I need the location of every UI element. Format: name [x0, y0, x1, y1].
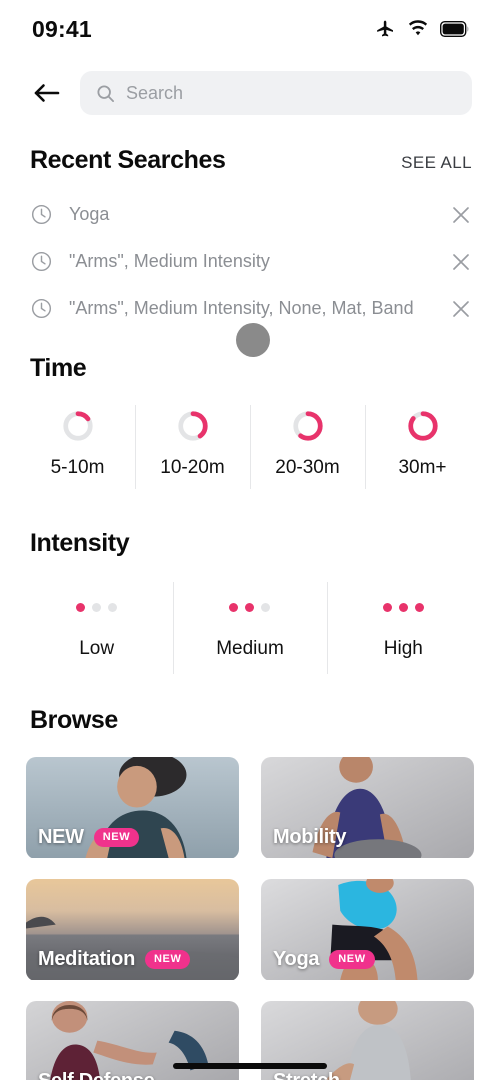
intensity-dot	[245, 602, 255, 612]
intensity-dot	[108, 602, 118, 612]
progress-ring-icon	[62, 411, 93, 441]
card-footer: Yoga NEW	[273, 948, 464, 971]
browse-card-grid: NEW NEW Mobility Meditation NEW Yoga NEW	[0, 757, 500, 1080]
intensity-option-high[interactable]: High	[326, 582, 480, 674]
close-icon[interactable]	[450, 298, 472, 320]
browse-section: Browse NEW NEW Mobility Meditation NEW Y…	[0, 706, 500, 1080]
cursor-indicator	[236, 323, 270, 357]
card-title: Yoga	[273, 948, 320, 970]
card-footer: Meditation NEW	[38, 948, 229, 971]
card-footer: Stretch	[273, 1070, 464, 1080]
home-indicator	[173, 1063, 327, 1069]
status-time: 09:41	[32, 15, 92, 42]
airplane-icon	[377, 20, 393, 37]
intensity-option-medium[interactable]: Medium	[173, 582, 326, 674]
search-header: Search	[0, 58, 500, 120]
search-placeholder: Search	[126, 82, 184, 103]
status-badge: NEW	[145, 950, 191, 969]
intensity-header: Intensity	[0, 529, 500, 558]
app-screen: 09:41 Search Recent Searches SEE ALL Yog…	[0, 0, 500, 1080]
intensity-option-label: Low	[79, 638, 115, 659]
intensity-option-label: Medium	[216, 638, 284, 659]
intensity-dot	[76, 602, 86, 612]
recent-searches-section: Recent Searches SEE ALL Yoga "Arms", Med…	[0, 146, 500, 332]
list-item-label: "Arms", Medium Intensity, None, Mat, Ban…	[69, 298, 414, 318]
intensity-dot	[414, 602, 424, 612]
card-footer: NEW NEW	[38, 826, 229, 849]
section-title-intensity: Intensity	[30, 529, 130, 557]
time-option-label: 10-20m	[160, 457, 225, 478]
list-item-label: "Arms", Medium Intensity	[69, 251, 270, 271]
card-title: Stretch	[273, 1070, 340, 1080]
status-badge: NEW	[93, 828, 140, 847]
time-option-label: 5-10m	[50, 457, 105, 478]
section-title-browse: Browse	[30, 706, 118, 734]
list-item[interactable]: Yoga	[0, 191, 500, 238]
browse-card-mobility[interactable]: Mobility	[261, 757, 474, 859]
card-footer: Self Defense	[38, 1070, 229, 1080]
time-option-label: 30m+	[398, 457, 447, 478]
intensity-option-low[interactable]: Low	[20, 590, 173, 660]
progress-ring-icon	[407, 411, 438, 441]
time-option-30m-plus[interactable]: 30m+	[365, 405, 480, 489]
recent-searches-header: Recent Searches SEE ALL	[0, 146, 500, 175]
intensity-options: Low Medium High	[0, 582, 500, 674]
intensity-dot	[382, 602, 392, 612]
intensity-dot	[92, 602, 102, 612]
list-item[interactable]: "Arms", Medium Intensity	[0, 238, 500, 285]
clock-icon	[31, 204, 52, 225]
time-option-10-20m[interactable]: 10-20m	[135, 405, 250, 489]
search-icon	[97, 84, 115, 102]
intensity-dots	[76, 590, 118, 624]
card-title: NEW	[38, 826, 84, 848]
page-title: Recent Searches	[30, 146, 226, 174]
back-arrow-icon	[34, 84, 60, 102]
close-icon[interactable]	[450, 204, 472, 226]
browse-card-meditation[interactable]: Meditation NEW	[26, 879, 239, 981]
recent-searches-list: Yoga "Arms", Medium Intensity "Arms", Me…	[0, 191, 500, 332]
browse-header: Browse	[0, 706, 500, 735]
section-title-time: Time	[30, 354, 87, 382]
intensity-dots	[382, 590, 424, 624]
card-title: Meditation	[38, 948, 135, 970]
list-item-label: Yoga	[69, 204, 110, 224]
intensity-dots	[229, 590, 271, 624]
see-all-link[interactable]: SEE ALL	[401, 153, 472, 173]
battery-icon	[440, 21, 469, 37]
intensity-option-label: High	[383, 638, 423, 659]
wifi-icon	[408, 20, 428, 36]
card-footer: Mobility	[273, 826, 464, 849]
back-button[interactable]	[30, 76, 64, 110]
intensity-section: Intensity Low Medium High	[0, 529, 500, 674]
status-badge: NEW	[329, 950, 375, 969]
card-title: Mobility	[273, 826, 347, 848]
time-header: Time	[0, 354, 500, 383]
clock-icon	[31, 298, 52, 319]
intensity-dot	[261, 602, 271, 612]
status-bar: 09:41	[0, 0, 500, 58]
close-icon[interactable]	[450, 251, 472, 273]
time-section: Time 5-10m 10-20m 20-30m 30m+	[0, 354, 500, 489]
clock-icon	[31, 251, 52, 272]
browse-card-yoga[interactable]: Yoga NEW	[261, 879, 474, 981]
card-title: Self Defense	[38, 1070, 155, 1080]
progress-ring-icon	[177, 411, 208, 441]
intensity-dot	[398, 602, 408, 612]
browse-card-new[interactable]: NEW NEW	[26, 757, 239, 859]
time-option-label: 20-30m	[275, 457, 340, 478]
time-option-5-10m[interactable]: 5-10m	[20, 409, 135, 479]
progress-ring-icon	[292, 411, 323, 441]
search-input[interactable]: Search	[80, 71, 472, 115]
time-options: 5-10m 10-20m 20-30m 30m+	[0, 405, 500, 489]
time-option-20-30m[interactable]: 20-30m	[250, 405, 365, 489]
intensity-dot	[229, 602, 239, 612]
status-icons	[375, 19, 470, 39]
